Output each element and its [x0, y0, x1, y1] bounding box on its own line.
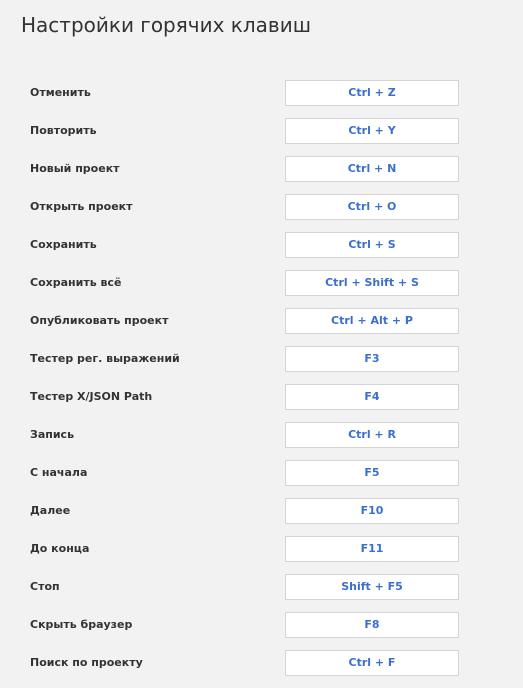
shortcut-label: Повторить: [30, 124, 97, 137]
shortcut-row-undo: Отменить Ctrl + Z: [0, 80, 523, 118]
shortcut-row-redo: Повторить Ctrl + Y: [0, 118, 523, 156]
shortcut-label: Опубликовать проект: [30, 314, 169, 327]
shortcut-list: Отменить Ctrl + Z Повторить Ctrl + Y Нов…: [0, 80, 523, 688]
shortcut-row-regex-tester: Тестер рег. выражений F3: [0, 346, 523, 384]
shortcut-row-project-search: Поиск по проекту Ctrl + F: [0, 650, 523, 688]
shortcut-label: Стоп: [30, 580, 60, 593]
shortcut-key-field[interactable]: F11: [285, 536, 459, 562]
shortcut-row-to-end: До конца F11: [0, 536, 523, 574]
shortcut-key-field[interactable]: Ctrl + F: [285, 650, 459, 676]
shortcut-row-stop: Стоп Shift + F5: [0, 574, 523, 612]
shortcut-row-publish-project: Опубликовать проект Ctrl + Alt + P: [0, 308, 523, 346]
shortcut-row-path-tester: Тестер X/JSON Path F4: [0, 384, 523, 422]
shortcut-label: Отменить: [30, 86, 91, 99]
shortcut-label: До конца: [30, 542, 90, 555]
shortcut-row-from-start: С начала F5: [0, 460, 523, 498]
shortcut-label: С начала: [30, 466, 88, 479]
shortcut-label: Открыть проект: [30, 200, 133, 213]
shortcut-key-field[interactable]: Ctrl + O: [285, 194, 459, 220]
shortcut-key-field[interactable]: F3: [285, 346, 459, 372]
shortcut-row-new-project: Новый проект Ctrl + N: [0, 156, 523, 194]
page-title: Настройки горячих клавиш: [21, 13, 311, 37]
shortcut-label: Скрыть браузер: [30, 618, 133, 631]
shortcut-key-field[interactable]: Ctrl + Z: [285, 80, 459, 106]
shortcut-key-field[interactable]: Ctrl + Alt + P: [285, 308, 459, 334]
shortcut-key-field[interactable]: Shift + F5: [285, 574, 459, 600]
shortcut-label: Поиск по проекту: [30, 656, 143, 669]
shortcut-label: Тестер рег. выражений: [30, 352, 180, 365]
shortcut-key-field[interactable]: Ctrl + R: [285, 422, 459, 448]
shortcut-row-record: Запись Ctrl + R: [0, 422, 523, 460]
shortcut-label: Запись: [30, 428, 75, 441]
shortcut-label: Далее: [30, 504, 71, 517]
shortcut-key-field[interactable]: Ctrl + Shift + S: [285, 270, 459, 296]
shortcut-key-field[interactable]: Ctrl + S: [285, 232, 459, 258]
shortcut-label: Сохранить всё: [30, 276, 122, 289]
shortcut-row-next: Далее F10: [0, 498, 523, 536]
shortcut-row-save: Сохранить Ctrl + S: [0, 232, 523, 270]
shortcut-label: Сохранить: [30, 238, 97, 251]
shortcut-key-field[interactable]: Ctrl + Y: [285, 118, 459, 144]
shortcut-key-field[interactable]: F4: [285, 384, 459, 410]
shortcut-label: Тестер X/JSON Path: [30, 390, 153, 403]
shortcut-row-hide-browser: Скрыть браузер F8: [0, 612, 523, 650]
shortcut-row-save-all: Сохранить всё Ctrl + Shift + S: [0, 270, 523, 308]
shortcut-key-field[interactable]: F10: [285, 498, 459, 524]
shortcut-label: Новый проект: [30, 162, 120, 175]
shortcut-key-field[interactable]: F8: [285, 612, 459, 638]
shortcut-key-field[interactable]: F5: [285, 460, 459, 486]
shortcut-key-field[interactable]: Ctrl + N: [285, 156, 459, 182]
shortcut-row-open-project: Открыть проект Ctrl + O: [0, 194, 523, 232]
